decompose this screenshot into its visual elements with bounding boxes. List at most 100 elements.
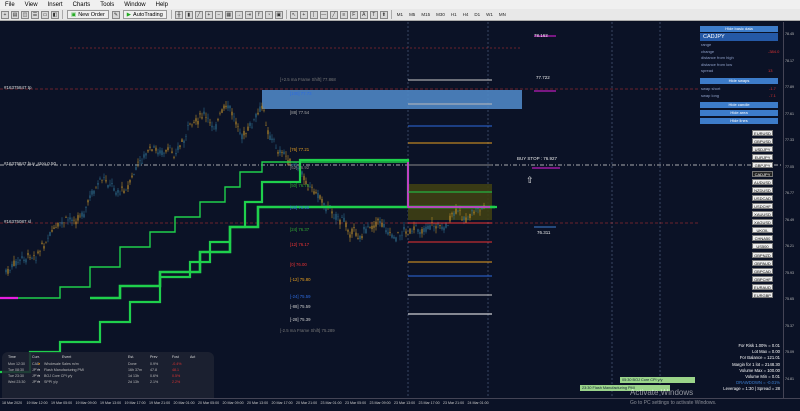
timeframe-m5[interactable]: M5 bbox=[406, 12, 418, 17]
symbol-button-usdjpy[interactable]: USDJPY bbox=[752, 146, 773, 153]
symbol-button-ukoil[interactable]: UKOIL bbox=[752, 227, 773, 234]
metaeditor-icon[interactable]: ✎ bbox=[111, 10, 120, 19]
news-header-time: Time bbox=[8, 355, 16, 359]
candle-body bbox=[263, 110, 265, 111]
hide-basic-data-button[interactable]: Hide basic data bbox=[700, 26, 778, 32]
symbol-button-gbpaud[interactable]: GBPAUD bbox=[752, 259, 773, 266]
autotrading-button[interactable]: ▶ AutoTrading bbox=[122, 10, 167, 19]
symbol-button-us500[interactable]: US500 bbox=[752, 243, 773, 250]
hide-area-button[interactable]: Hide area bbox=[700, 110, 778, 116]
navigator-icon[interactable]: ☰ bbox=[31, 10, 39, 19]
candle-body bbox=[23, 259, 25, 262]
bar-chart-icon[interactable]: ╫ bbox=[174, 10, 183, 19]
tile-icon[interactable]: ▦ bbox=[224, 10, 233, 19]
symbol-button-gbpjpy[interactable]: GBPJPY bbox=[752, 162, 773, 169]
symbol-button-audusd[interactable]: AUDUSD bbox=[752, 178, 773, 185]
candle-body bbox=[105, 179, 107, 182]
line-chart-icon[interactable]: ╱ bbox=[194, 10, 203, 19]
symbol-button-eurjpy[interactable]: EURJPY bbox=[752, 154, 773, 161]
candle-body bbox=[393, 236, 395, 239]
menu-insert[interactable]: Insert bbox=[43, 2, 68, 8]
timeframe-m30[interactable]: M30 bbox=[433, 12, 448, 17]
vertical-line-icon[interactable]: | bbox=[309, 10, 318, 19]
templates-icon[interactable]: ▣ bbox=[274, 10, 283, 19]
candle-body bbox=[325, 208, 327, 212]
tester-icon[interactable]: ◧ bbox=[51, 10, 59, 19]
label-icon[interactable]: T bbox=[369, 10, 378, 19]
terminal-icon[interactable]: ▭ bbox=[41, 10, 49, 19]
hide-candle-button[interactable]: Hide candle bbox=[700, 102, 778, 108]
chart-shift-icon[interactable]: ⇥ bbox=[244, 10, 253, 19]
hide-lines-button[interactable]: Hide lines bbox=[700, 118, 778, 124]
tp-order-label: #16375847 tp bbox=[4, 85, 32, 90]
timeframe-mn[interactable]: MN bbox=[496, 12, 509, 17]
candle-body bbox=[187, 125, 189, 126]
arrows-icon[interactable]: ⬆ bbox=[379, 10, 388, 19]
cursor-icon[interactable]: ↖ bbox=[289, 10, 298, 19]
zoom-out-icon[interactable]: − bbox=[214, 10, 223, 19]
candle-body bbox=[151, 149, 153, 151]
timeframe-w1[interactable]: W1 bbox=[483, 12, 496, 17]
candle-body bbox=[307, 188, 309, 190]
market-watch-icon[interactable]: ◫ bbox=[21, 10, 29, 19]
autoscroll-icon[interactable]: → bbox=[234, 10, 243, 19]
text-icon[interactable]: A bbox=[359, 10, 368, 19]
candle-body bbox=[387, 232, 389, 235]
timeframe-m1[interactable]: M1 bbox=[394, 12, 406, 17]
candle-body bbox=[217, 119, 219, 121]
crosshair-icon[interactable]: + bbox=[299, 10, 308, 19]
candle-body bbox=[159, 150, 161, 154]
symbol-button-euraud[interactable]: EURAUD bbox=[752, 283, 773, 290]
candle-body bbox=[57, 222, 59, 227]
channel-icon[interactable]: ≡ bbox=[339, 10, 348, 19]
candle-body bbox=[43, 246, 45, 249]
candle-body bbox=[89, 195, 91, 199]
symbol-button-cadjpy[interactable]: CADJPY bbox=[752, 170, 773, 177]
symbol-button-xagusd[interactable]: XAGUSD bbox=[752, 219, 773, 226]
menu-view[interactable]: View bbox=[20, 2, 43, 8]
symbol-button-gbpusd[interactable]: GBPUSD bbox=[752, 138, 773, 145]
new-order-button[interactable]: ▣ New Order bbox=[67, 10, 109, 19]
menu-tools[interactable]: Tools bbox=[95, 2, 119, 8]
timeframe-h4[interactable]: H4 bbox=[460, 12, 472, 17]
trendline-icon[interactable]: ╱ bbox=[329, 10, 338, 19]
candle-body bbox=[241, 134, 243, 140]
candle-body bbox=[407, 234, 409, 235]
menu-help[interactable]: Help bbox=[151, 2, 173, 8]
symbol-button-eurusd[interactable]: EURUSD bbox=[752, 130, 773, 136]
menu-window[interactable]: Window bbox=[119, 2, 150, 8]
news-cell: BOJ Core CPI y/y bbox=[44, 374, 73, 378]
symbol-button-gbpcad[interactable]: GBPCAD bbox=[752, 267, 773, 274]
symbol-button-usdchf[interactable]: USDCHF bbox=[752, 202, 773, 209]
symbol-button-xauusd[interactable]: XAUUSD bbox=[752, 211, 773, 217]
price-chart[interactable]: #16375847 tp #16375847 buy_stop 0.50 #16… bbox=[0, 22, 783, 411]
news-header-currency: Curr. bbox=[32, 355, 40, 359]
candlestick-icon[interactable]: ▮ bbox=[184, 10, 193, 19]
news-cell: 16h 37m bbox=[128, 368, 142, 372]
news-cell: Done bbox=[128, 362, 137, 366]
fibonacci-icon[interactable]: F bbox=[349, 10, 358, 19]
candle-body bbox=[265, 125, 267, 126]
indicators-icon[interactable]: f bbox=[254, 10, 263, 19]
symbol-button-chna50[interactable]: CHNA50 bbox=[752, 235, 773, 242]
horizontal-line-icon[interactable]: — bbox=[319, 10, 328, 19]
timeframe-m15[interactable]: M15 bbox=[418, 12, 433, 17]
profiles-icon[interactable]: ▤ bbox=[11, 10, 19, 19]
timeframe-h1[interactable]: H1 bbox=[448, 12, 460, 17]
symbol-button-gbpnzd[interactable]: GBPNZD bbox=[752, 251, 773, 258]
symbol-button-eurgbp[interactable]: EURGBP bbox=[752, 292, 773, 298]
candle-body bbox=[379, 220, 381, 224]
symbol-button-nzdusd[interactable]: NZDUSD bbox=[752, 186, 773, 193]
symbol-button-gbpchf[interactable]: GBPCHF bbox=[752, 275, 773, 282]
menu-charts[interactable]: Charts bbox=[68, 2, 96, 8]
timeframe-d1[interactable]: D1 bbox=[471, 12, 483, 17]
candle-body bbox=[21, 256, 23, 258]
candle-body bbox=[133, 174, 135, 176]
symbol-button-usdcad[interactable]: USDCAD bbox=[752, 194, 773, 201]
menu-file[interactable]: File bbox=[0, 2, 20, 8]
candle-body bbox=[363, 226, 365, 230]
new-chart-icon[interactable]: + bbox=[1, 10, 9, 19]
zoom-in-icon[interactable]: + bbox=[204, 10, 213, 19]
periods-icon[interactable]: ◔ bbox=[264, 10, 273, 19]
hide-swaps-button[interactable]: Hide swaps bbox=[700, 78, 778, 84]
